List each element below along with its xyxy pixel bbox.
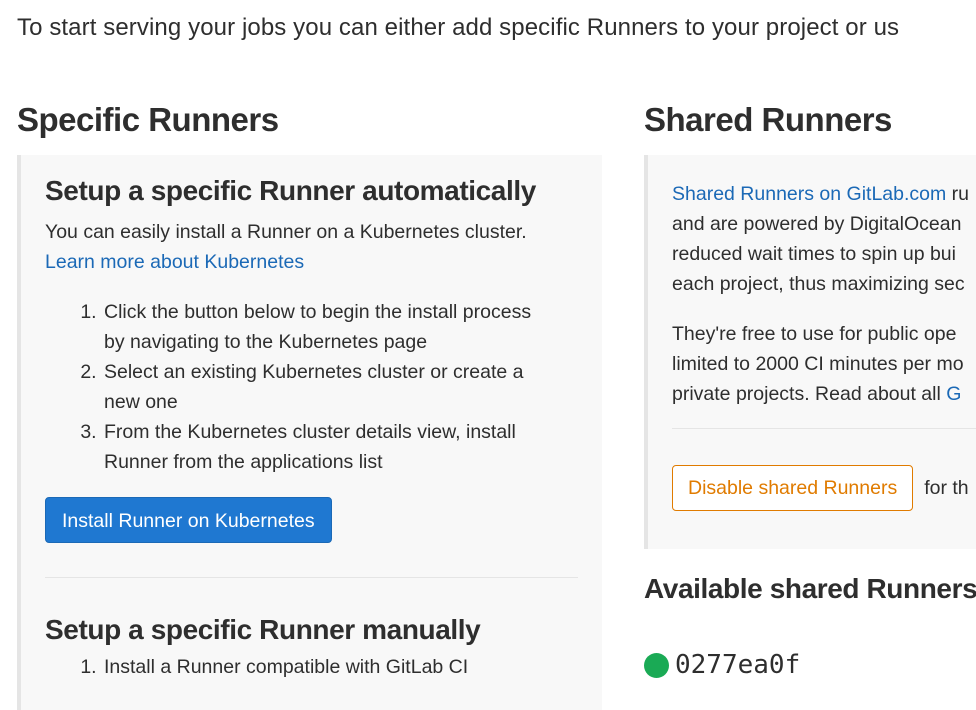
auto-step-1-line-2: by navigating to the Kubernetes page <box>104 331 428 353</box>
shared-info-line-2: and are powered by DigitalOcean <box>672 213 962 235</box>
pricing-line-1: They're free to use for public ope <box>672 323 957 345</box>
manual-setup-title: Setup a specific Runner manually <box>45 614 481 645</box>
shared-runners-toggle-row: Disable shared Runners for th <box>672 465 976 511</box>
shared-runner-item: 0277ea0f <box>644 650 800 680</box>
intro-text: To start serving your jobs you can eithe… <box>17 14 900 41</box>
auto-step-2: Select an existing Kubernetes cluster or… <box>102 357 578 417</box>
toggle-row-suffix: for th <box>924 477 969 499</box>
manual-setup-steps: Install a Runner compatible with GitLab … <box>45 652 578 682</box>
manual-step-1: Install a Runner compatible with GitLab … <box>102 652 578 682</box>
available-shared-runners-heading: Available shared Runners <box>644 573 976 604</box>
auto-setup-description: You can easily install a Runner on a Kub… <box>45 217 578 277</box>
shared-runners-info: Shared Runners on GitLab.com ru and are … <box>672 179 976 299</box>
auto-step-2-line-1: Select an existing Kubernetes cluster or… <box>104 361 524 383</box>
auto-step-3-line-1: From the Kubernetes cluster details view… <box>104 421 516 443</box>
install-runner-kubernetes-button[interactable]: Install Runner on Kubernetes <box>45 497 332 543</box>
pricing-line-2: limited to 2000 CI minutes per mo <box>672 353 964 375</box>
auto-step-3: From the Kubernetes cluster details view… <box>102 417 578 477</box>
online-status-icon <box>644 652 669 678</box>
auto-setup-steps: Click the button below to begin the inst… <box>45 297 578 477</box>
auto-step-1-line-1: Click the button below to begin the inst… <box>104 301 532 323</box>
specific-runners-heading: Specific Runners <box>17 101 279 138</box>
auto-step-2-line-2: new one <box>104 391 178 413</box>
pricing-plans-link[interactable]: G <box>946 383 961 405</box>
auto-step-1: Click the button below to begin the inst… <box>102 297 578 357</box>
runners-settings-page: To start serving your jobs you can eithe… <box>0 0 976 710</box>
shared-info-line-3: reduced wait times to spin up bui <box>672 243 956 265</box>
shared-runners-pricing: They're free to use for public ope limit… <box>672 319 976 409</box>
shared-runners-gitlab-link[interactable]: Shared Runners on GitLab.com <box>672 183 946 205</box>
disable-shared-runners-button[interactable]: Disable shared Runners <box>672 465 914 511</box>
runner-token-id[interactable]: 0277ea0f <box>675 650 800 680</box>
panel-divider <box>45 577 578 578</box>
shared-panel-divider <box>672 428 976 429</box>
shared-runners-panel: Shared Runners on GitLab.com ru and are … <box>644 155 976 549</box>
auto-setup-title: Setup a specific Runner automatically <box>45 175 536 206</box>
learn-more-kubernetes-link[interactable]: Learn more about Kubernetes <box>45 251 304 273</box>
auto-step-3-line-2: Runner from the applications list <box>104 451 383 473</box>
kubernetes-description: You can easily install a Runner on a Kub… <box>45 221 527 243</box>
specific-runners-panel: Setup a specific Runner automatically Yo… <box>17 155 602 710</box>
pricing-line-3: private projects. Read about all <box>672 383 947 405</box>
shared-info-line-4: each project, thus maximizing sec <box>672 273 965 295</box>
shared-runners-heading: Shared Runners <box>644 101 892 138</box>
shared-info-line-1-tail: ru <box>946 183 970 205</box>
